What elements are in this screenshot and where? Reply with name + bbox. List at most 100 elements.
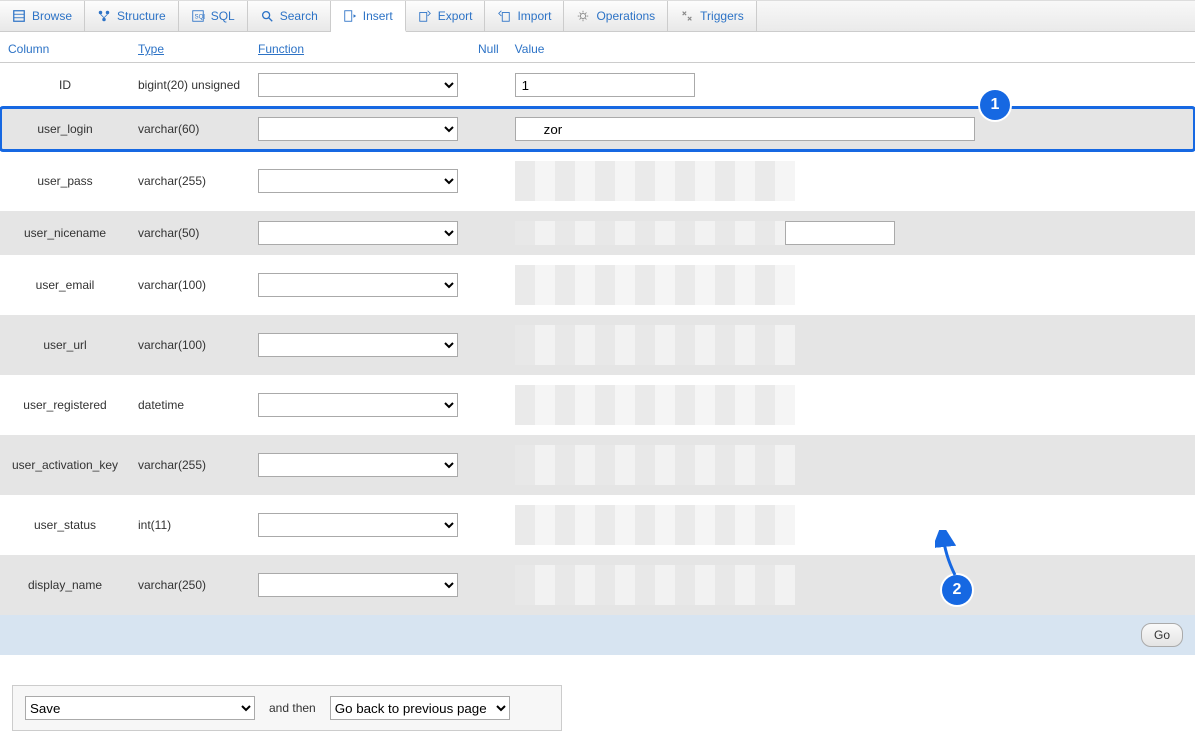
tab-triggers[interactable]: Triggers	[668, 1, 757, 31]
function-select[interactable]	[258, 117, 458, 141]
redacted-value	[515, 161, 795, 201]
table-row: user_statusint(11)	[0, 495, 1195, 555]
header-function[interactable]: Function	[250, 36, 470, 63]
header-value: Value	[507, 36, 1195, 63]
save-mode-select[interactable]: Save	[25, 696, 255, 720]
table-row: user_activation_keyvarchar(255)	[0, 435, 1195, 495]
header-null: Null	[470, 36, 507, 63]
table-row: user_emailvarchar(100)	[0, 255, 1195, 315]
column-name: ID	[0, 63, 130, 108]
tab-bar: Browse Structure SQL SQL Search Insert E…	[0, 0, 1195, 32]
tab-label: Import	[517, 9, 551, 23]
column-type: datetime	[130, 375, 250, 435]
browse-icon	[12, 9, 26, 23]
column-type: varchar(255)	[130, 151, 250, 211]
column-type: varchar(100)	[130, 255, 250, 315]
value-input[interactable]	[785, 221, 895, 245]
function-select[interactable]	[258, 221, 458, 245]
function-select[interactable]	[258, 273, 458, 297]
insert-icon	[343, 9, 357, 23]
function-select[interactable]	[258, 513, 458, 537]
table-row: IDbigint(20) unsigned	[0, 63, 1195, 108]
column-type: varchar(50)	[130, 211, 250, 255]
column-name: user_login	[0, 107, 130, 151]
column-name: user_url	[0, 315, 130, 375]
tab-sql[interactable]: SQL SQL	[179, 1, 248, 31]
structure-icon	[97, 9, 111, 23]
null-cell	[470, 555, 507, 615]
tab-label: Structure	[117, 9, 166, 23]
tab-label: Browse	[32, 9, 72, 23]
function-select[interactable]	[258, 169, 458, 193]
redacted-value	[515, 505, 795, 545]
null-cell	[470, 495, 507, 555]
tab-export[interactable]: Export	[406, 1, 486, 31]
function-select[interactable]	[258, 73, 458, 97]
annotation-badge-2: 2	[942, 575, 972, 605]
tab-browse[interactable]: Browse	[0, 1, 85, 31]
export-icon	[418, 9, 432, 23]
table-row: user_passvarchar(255)	[0, 151, 1195, 211]
function-select[interactable]	[258, 453, 458, 477]
sql-icon: SQL	[191, 9, 205, 23]
null-cell	[470, 255, 507, 315]
value-input[interactable]	[515, 117, 975, 141]
redacted-value	[515, 325, 795, 365]
null-cell	[470, 151, 507, 211]
tab-import[interactable]: Import	[485, 1, 564, 31]
operations-icon	[576, 9, 590, 23]
column-name: display_name	[0, 555, 130, 615]
tab-label: Search	[280, 9, 318, 23]
insert-form-table: Column Type Function Null Value IDbigint…	[0, 36, 1195, 655]
tab-search[interactable]: Search	[248, 1, 331, 31]
tab-label: Operations	[596, 9, 655, 23]
table-row: user_urlvarchar(100)	[0, 315, 1195, 375]
null-cell	[470, 107, 507, 151]
column-type: varchar(255)	[130, 435, 250, 495]
tab-insert[interactable]: Insert	[331, 1, 406, 32]
null-cell	[470, 211, 507, 255]
redacted-value	[515, 445, 795, 485]
tab-operations[interactable]: Operations	[564, 1, 668, 31]
after-insert-select[interactable]: Go back to previous page	[330, 696, 510, 720]
tab-label: Triggers	[700, 9, 744, 23]
redacted-value	[515, 565, 795, 605]
tab-structure[interactable]: Structure	[85, 1, 179, 31]
column-type: bigint(20) unsigned	[130, 63, 250, 108]
redacted-value	[515, 265, 795, 305]
null-cell	[470, 435, 507, 495]
header-column: Column	[0, 36, 130, 63]
header-type[interactable]: Type	[130, 36, 250, 63]
function-select[interactable]	[258, 393, 458, 417]
null-cell	[470, 375, 507, 435]
function-select[interactable]	[258, 573, 458, 597]
column-name: user_status	[0, 495, 130, 555]
search-icon	[260, 9, 274, 23]
tab-label: SQL	[211, 9, 235, 23]
redacted-value	[515, 221, 785, 245]
column-name: user_registered	[0, 375, 130, 435]
column-type: varchar(250)	[130, 555, 250, 615]
function-select[interactable]	[258, 333, 458, 357]
column-type: int(11)	[130, 495, 250, 555]
tab-label: Insert	[363, 9, 393, 23]
column-name: user_pass	[0, 151, 130, 211]
triggers-icon	[680, 9, 694, 23]
insert-bottom-panel: Save and then Go back to previous page	[12, 685, 562, 731]
table-row: user_registereddatetime	[0, 375, 1195, 435]
import-icon	[497, 9, 511, 23]
svg-text:SQL: SQL	[194, 14, 205, 21]
column-name: user_nicename	[0, 211, 130, 255]
null-cell	[470, 315, 507, 375]
column-type: varchar(60)	[130, 107, 250, 151]
column-name: user_email	[0, 255, 130, 315]
annotation-badge-1: 1	[980, 90, 1010, 120]
table-row: display_namevarchar(250)	[0, 555, 1195, 615]
table-row: user_nicenamevarchar(50)	[0, 211, 1195, 255]
redacted-value	[515, 385, 795, 425]
table-row: user_loginvarchar(60)	[0, 107, 1195, 151]
null-cell	[470, 63, 507, 108]
value-input[interactable]	[515, 73, 695, 97]
and-then-label: and then	[269, 701, 316, 715]
go-button[interactable]: Go	[1141, 623, 1183, 647]
